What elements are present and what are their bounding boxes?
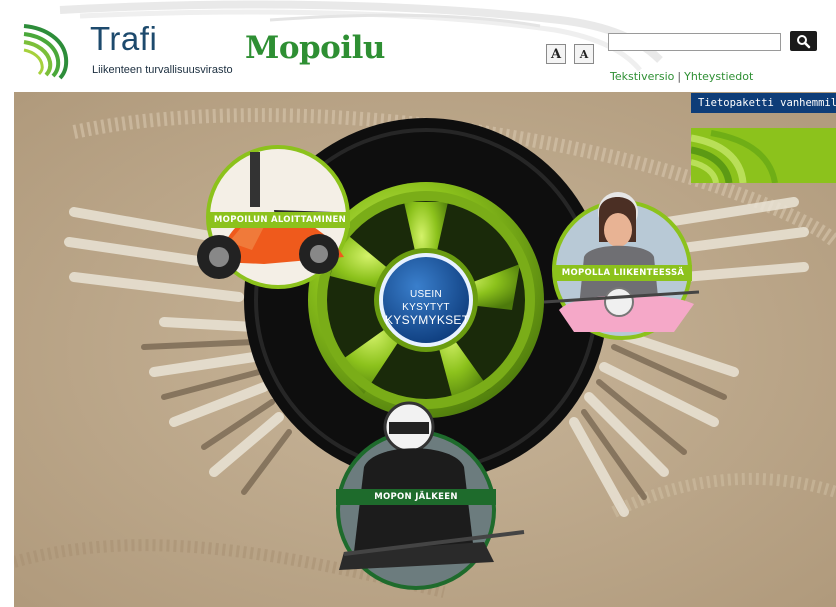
trafi-logo[interactable]: Trafi Liikenteen turvallisuusvirasto xyxy=(20,18,250,80)
font-size-small-button[interactable]: A xyxy=(574,44,594,64)
faq-line1: USEIN KYSYTYT xyxy=(402,289,450,313)
nav-after-scooter[interactable]: MOPON JÄLKEEN xyxy=(336,489,496,505)
site-title[interactable]: Mopoilu xyxy=(245,30,385,66)
contact-link[interactable]: Yhteystiedot xyxy=(684,70,753,83)
magnifier-icon xyxy=(797,35,811,49)
faq-line2: KYSYMYKSET xyxy=(385,313,470,327)
logo-name: Trafi xyxy=(90,20,158,57)
green-swirl-banner xyxy=(690,128,836,184)
nav-riding-in-traffic[interactable]: MOPOLLA LIIKENTEESSÄ xyxy=(554,265,692,281)
font-size-normal-button[interactable]: A xyxy=(546,44,566,64)
logo-subtitle: Liikenteen turvallisuusvirasto xyxy=(92,64,233,76)
search-input[interactable] xyxy=(608,33,781,51)
nav-faq[interactable]: USEIN KYSYTYT KYSYMYKSET xyxy=(385,288,470,327)
top-links: Tekstiversio | Yhteystiedot xyxy=(610,70,753,83)
trafi-swoosh-icon xyxy=(23,24,69,80)
search-button[interactable] xyxy=(790,31,817,51)
site-header: Trafi Liikenteen turvallisuusvirasto Mop… xyxy=(0,0,836,92)
parents-info-banner[interactable] xyxy=(690,128,836,184)
text-version-link[interactable]: Tekstiversio xyxy=(610,70,674,83)
parents-info-tab[interactable]: Tietopaketti vanhemmille xyxy=(691,93,836,113)
link-separator: | xyxy=(677,70,682,83)
nav-start-riding[interactable]: MOPOILUN ALOITTAMINEN xyxy=(210,212,350,228)
